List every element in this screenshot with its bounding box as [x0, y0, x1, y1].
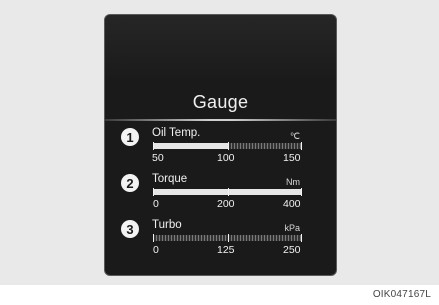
gauge-tick-max: [301, 142, 302, 150]
scale-mid: 125: [217, 244, 235, 256]
gauge-bar: [153, 234, 302, 242]
gauge-tick-mid: [227, 142, 229, 150]
dashboard-frame: Gauge 1 Oil Temp. ℃ 50 100 150 2 Torque …: [0, 0, 439, 285]
gauge-label: Turbo: [152, 219, 182, 231]
gauge-oil-temp: 1 Oil Temp. ℃ 50 100 150: [105, 127, 336, 171]
scale-max: 400: [283, 198, 301, 210]
scale-min: 50: [152, 152, 164, 164]
title-divider: [105, 119, 336, 121]
gauge-tick-mid: [227, 234, 229, 242]
scale-max: 250: [283, 244, 301, 256]
gauge-display: Gauge 1 Oil Temp. ℃ 50 100 150 2 Torque …: [104, 14, 337, 276]
scale-mid: 100: [217, 152, 235, 164]
gauge-tick-max: [301, 234, 302, 242]
scale-min: 0: [153, 198, 159, 210]
gauge-unit: ℃: [289, 131, 300, 141]
gauge-tick-min: [153, 188, 154, 196]
number-badge: 3: [121, 220, 139, 238]
number-badge: 2: [121, 174, 139, 192]
gauge-unit: Nm: [286, 177, 300, 187]
scale-mid: 200: [217, 198, 235, 210]
gauge-tick-min: [153, 234, 154, 242]
scale-min: 0: [153, 244, 159, 256]
display-header-area: [105, 15, 336, 77]
display-title: Gauge: [192, 92, 249, 112]
gauge-unit: kPa: [284, 223, 300, 233]
scale-max: 150: [283, 152, 301, 164]
figure-code: OIK047167L: [372, 289, 431, 300]
gauge-turbo: 3 Turbo kPa 0 125 250: [105, 219, 336, 263]
gauge-tick-max: [301, 188, 302, 196]
gauge-tick-min: [153, 142, 154, 150]
gauge-bar: [153, 188, 302, 196]
gauge-tick-mid: [227, 188, 229, 196]
gauge-label: Torque: [152, 173, 188, 185]
gauge-torque: 2 Torque Nm 0 200 400: [105, 173, 336, 217]
number-badge: 1: [121, 128, 139, 146]
gauge-bar: [153, 142, 302, 150]
gauge-label: Oil Temp.: [152, 127, 201, 139]
gauge-fill: [153, 143, 228, 149]
